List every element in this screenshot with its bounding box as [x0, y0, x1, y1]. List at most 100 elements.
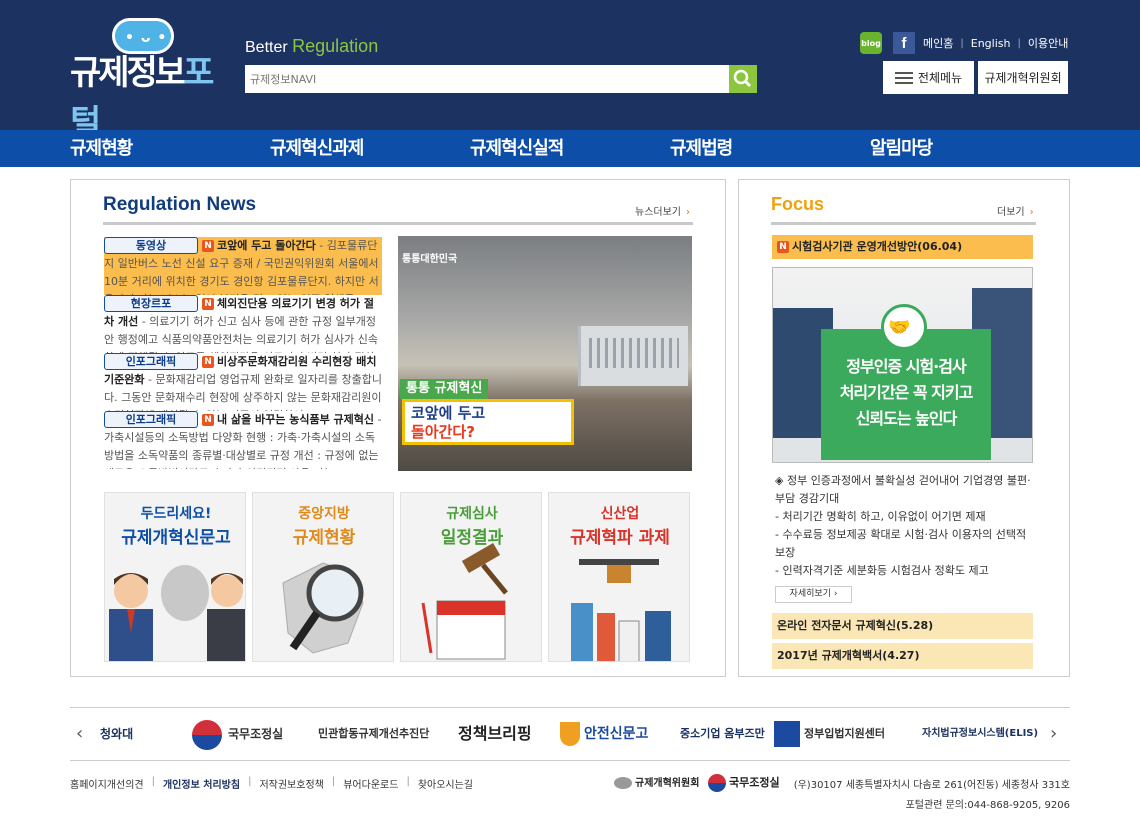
tagline-better: Better	[245, 39, 288, 56]
banner-sinmungo[interactable]: 두드리세요! 규제개혁신문고	[104, 492, 246, 662]
news-divider	[103, 222, 693, 225]
new-badge-icon: N	[777, 241, 789, 253]
focus-more-link[interactable]: 더보기 ›	[997, 203, 1034, 218]
all-menu-label: 전체메뉴	[917, 71, 963, 85]
partner-cheongwadae[interactable]: 청와대	[100, 708, 133, 762]
footer-logo-opm: 국무조정실	[708, 774, 780, 792]
focus-headline[interactable]: N 시험검사기관 운영개선방안(06.04)	[772, 235, 1033, 259]
link-guide[interactable]: 이용안내	[1028, 35, 1068, 51]
committee-button[interactable]: 규제개혁위원회	[978, 61, 1068, 94]
all-menu-button[interactable]: 전체메뉴	[883, 61, 974, 94]
news-item[interactable]: 현장르포 N 체외진단용 의료기기 변경 허가 절차 개선 - 의료기기 허가 신고…	[104, 295, 382, 353]
footer-address: (우)30107 세종특별자치시 다솜로 261(어진동) 세종청사 331호 …	[794, 776, 1070, 816]
new-badge-icon: N	[202, 414, 214, 426]
partner-legislation[interactable]: 정부입법지원센터	[774, 708, 885, 762]
drone-city-icon	[571, 559, 671, 661]
news-item[interactable]: 인포그래픽 N 내 삶을 바꾸는 농식품부 규제혁신 - 가축시설등의 소독방법 다…	[104, 411, 382, 469]
focus-divider	[771, 222, 1036, 225]
banner-review-schedule[interactable]: 규제심사 일정결과	[400, 492, 542, 662]
focus-image-line: 처리기간은 꼭 지키고	[839, 383, 974, 402]
law-icon	[774, 721, 800, 747]
photo-caption: 코앞에 두고 돌아간다?	[402, 399, 574, 445]
footer-link[interactable]: 홈페이지개선의견	[70, 776, 144, 791]
chevron-right-icon: ›	[833, 589, 838, 599]
focus-desc-line: ◈ 정부 인증과정에서 불확실성 걷어내어 기업경영 불편·부담 경감기대	[775, 474, 1031, 505]
partner-label: 국무조정실	[228, 727, 284, 741]
banner-regulation-status[interactable]: 중앙지방 규제현황	[252, 492, 394, 662]
news-item[interactable]: 동영상 N 코앞에 두고 돌아간다 - 김포물류단지 일반버스 노선 신설 요구 증…	[104, 237, 382, 295]
footer-address-line: (우)30107 세종특별자치시 다솜로 261(어진동) 세종청사 331호	[793, 780, 1070, 791]
focus-headline-text: 시험검사기관 운영개선방안(06.04)	[792, 240, 963, 253]
chevron-left-icon[interactable]: ‹	[76, 708, 83, 762]
detail-label: 자세히보기	[789, 589, 831, 599]
hamburger-icon	[894, 71, 913, 84]
news-text: - 의료기기 허가 신고 심사 등에 관한 규정 일부개정안 행정예고 식품의약…	[104, 315, 378, 353]
partner-safety[interactable]: 안전신문고	[560, 708, 648, 762]
partner-carousel: ‹ 청와대 국무조정실 민관합동규제개선추진단 정책브리핑 안전신문고 중소기업…	[70, 707, 1070, 761]
site-logo[interactable]: • ᴗ • 규제정보포털	[70, 18, 230, 143]
news-title: Regulation News	[103, 194, 257, 215]
link-home[interactable]: 메인홈	[923, 35, 953, 51]
tagline-regulation: Regulation	[292, 36, 379, 56]
banner-new-industry[interactable]: 신산업 규제혁파 과제	[548, 492, 690, 662]
blog-icon[interactable]: blog	[860, 32, 882, 54]
news-category: 인포그래픽	[104, 411, 198, 428]
committee-logo-icon	[614, 777, 632, 789]
news-more-label: 뉴스더보기	[635, 207, 681, 218]
photo-caption-line2: 돌아간다?	[411, 423, 475, 441]
footer-link[interactable]: 뷰어다운로드	[343, 776, 398, 791]
link-english[interactable]: English	[971, 37, 1011, 50]
chevron-right-icon[interactable]: ›	[1050, 708, 1057, 762]
building-image	[578, 326, 688, 386]
footer-contact: 포털관련 문의:044-868-9205, 9206	[905, 800, 1070, 811]
shield-icon	[560, 722, 580, 746]
news-category: 현장르포	[104, 295, 198, 312]
detail-button[interactable]: 자세히보기 ›	[775, 586, 852, 603]
search-bar	[245, 65, 757, 93]
photo-brand: 통통대한민국	[402, 254, 458, 265]
arrow-right-icon: ›	[1029, 207, 1034, 218]
focus-image[interactable]: 🤝 정부인증 시험·검사 처리기간은 꼭 지키고 신뢰도는 높인다	[772, 267, 1033, 463]
footer-links: 홈페이지개선의견 | 개인정보 처리방침 | 저작권보호정책 | 뷰어다운로드 | 찾아…	[70, 776, 474, 791]
nav-item-laws[interactable]: 규제법령	[670, 130, 733, 167]
arrow-right-icon: ›	[686, 207, 690, 218]
gavel-calendar-icon	[421, 542, 508, 660]
partner-label: 정부입법지원센터	[804, 727, 885, 740]
footer-link-privacy[interactable]: 개인정보 처리방침	[163, 776, 240, 791]
focus-link[interactable]: 2017년 규제개혁백서(4.27)	[772, 643, 1033, 669]
partner-task-force[interactable]: 민관합동규제개선추진단	[318, 708, 429, 762]
focus-image-line: 신뢰도는 높인다	[855, 409, 958, 428]
footer-link[interactable]: 저작권보호정책	[259, 776, 323, 791]
focus-more-label: 더보기	[997, 207, 1025, 218]
news-photo[interactable]: 통통대한민국 통통 규제혁신 코앞에 두고 돌아간다?	[398, 236, 692, 471]
news-more-link[interactable]: 뉴스더보기 ›	[635, 203, 690, 218]
taegeuk-icon	[708, 774, 726, 792]
header: • ᴗ • 규제정보포털 Better Regulation blog f 메인…	[0, 0, 1140, 143]
partner-label: 안전신문고	[584, 726, 649, 742]
partner-ombudsman[interactable]: 중소기업 옴부즈만	[680, 708, 765, 762]
news-title-text: 코앞에 두고 돌아간다	[217, 239, 316, 252]
new-badge-icon: N	[202, 298, 214, 310]
search-button[interactable]	[729, 65, 757, 93]
nav-item-status[interactable]: 규제현황	[70, 130, 133, 167]
search-input[interactable]	[245, 65, 729, 93]
main-nav: 규제현황 규제혁신과제 규제혁신실적 규제법령 알림마당	[0, 130, 1140, 167]
nav-item-notice[interactable]: 알림마당	[870, 130, 933, 167]
nav-item-tasks[interactable]: 규제혁신과제	[270, 130, 364, 167]
footer-link[interactable]: 찾아오시는길	[418, 776, 473, 791]
news-text: - 문화재감리업 영업규제 완화로 일자리를 창출합니다. 그동안 문화재수리 …	[104, 373, 382, 411]
news-category: 인포그래픽	[104, 353, 198, 370]
focus-image-line: 정부인증 시험·검사	[846, 357, 966, 376]
new-badge-icon: N	[202, 240, 214, 252]
people-icon	[109, 565, 245, 661]
footer-logo-committee: 규제개혁위원회	[614, 774, 699, 789]
partner-briefing[interactable]: 정책브리핑	[458, 708, 532, 762]
partner-opm[interactable]: 국무조정실	[192, 708, 283, 762]
focus-desc-line: - 인력자격기준 세분화등 시험검사 정확도 제고	[775, 564, 989, 577]
nav-item-results[interactable]: 규제혁신실적	[470, 130, 564, 167]
news-item[interactable]: 인포그래픽 N 비상주문화재감리원 수리현장 배치 기준완화 - 문화재감리업 영업…	[104, 353, 382, 411]
search-icon	[733, 69, 752, 88]
facebook-icon[interactable]: f	[893, 32, 915, 54]
focus-link[interactable]: 온라인 전자문서 규제혁신(5.28)	[772, 613, 1033, 639]
partner-elis[interactable]: 자치법규정보시스템(ELIS)	[922, 708, 1038, 762]
